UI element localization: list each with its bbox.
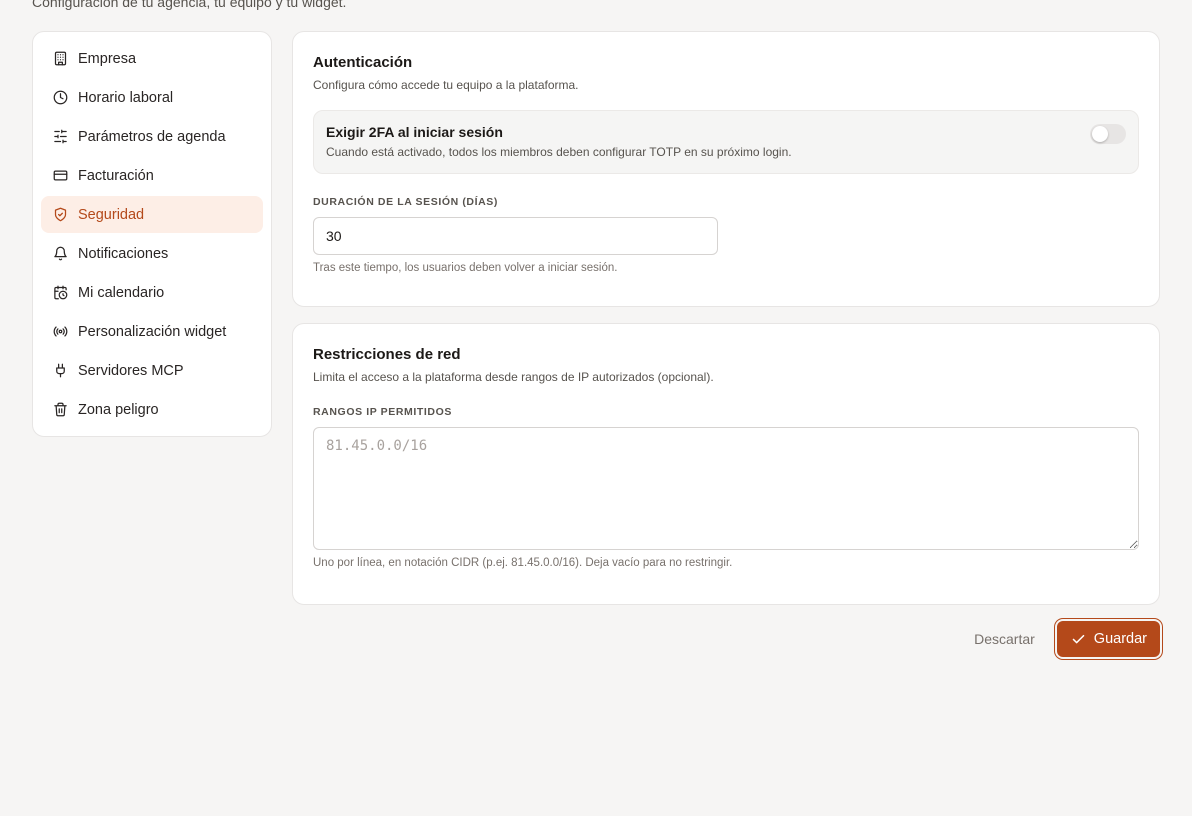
card-description: Configura cómo accede tu equipo a la pla… (313, 78, 579, 92)
sidebar-item-label: Seguridad (78, 206, 145, 223)
network-restrictions-card: Restricciones de red Limita el acceso a … (292, 323, 1160, 605)
discard-button[interactable]: Descartar (974, 631, 1035, 647)
save-button-label: Guardar (1093, 631, 1147, 647)
credit-card-icon (52, 168, 68, 184)
card-description: Limita el acceso a la plataforma desde r… (313, 370, 714, 384)
sidebar-item-facturacion[interactable]: Facturación (41, 157, 263, 194)
sidebar-item-label: Parámetros de agenda (78, 128, 226, 145)
save-button[interactable]: Guardar (1056, 621, 1160, 657)
sidebar-item-label: Personalización widget (78, 323, 227, 340)
ip-ranges-label: Rangos IP permitidos (313, 406, 452, 418)
form-actions: Descartar Guardar (974, 621, 1160, 657)
page-subtitle: Configuración de tu agencia, tu equipo y… (32, 0, 347, 10)
calendar-clock-icon (52, 285, 68, 301)
session-duration-input[interactable] (313, 217, 718, 255)
twofa-description: Cuando está activado, todos los miembros… (326, 145, 792, 159)
twofa-row: Exigir 2FA al iniciar sesión Cuando está… (313, 110, 1139, 174)
sidebar-item-label: Facturación (78, 167, 154, 184)
sidebar-item-label: Zona peligro (78, 401, 159, 418)
sidebar-item-parametros[interactable]: Parámetros de agenda (41, 118, 263, 155)
sliders-icon (52, 129, 68, 145)
check-icon (1071, 632, 1086, 647)
sidebar-item-label: Notificaciones (78, 245, 169, 262)
sidebar-item-zona-peligro[interactable]: Zona peligro (41, 391, 263, 428)
radio-icon (52, 324, 68, 340)
session-duration-hint: Tras este tiempo, los usuarios deben vol… (313, 262, 618, 274)
trash-icon (52, 402, 68, 418)
sidebar-item-label: Empresa (78, 50, 137, 67)
ip-ranges-textarea[interactable] (313, 427, 1139, 550)
ip-ranges-field: Rangos IP permitidos Uno por línea, en n… (313, 402, 1139, 569)
sidebar-item-notificaciones[interactable]: Notificaciones (41, 235, 263, 272)
sidebar-item-label: Horario laboral (78, 89, 174, 106)
session-duration-field: Duración de la sesión (días) Tras este t… (313, 192, 1139, 274)
clock-icon (52, 90, 68, 106)
sidebar-item-horario[interactable]: Horario laboral (41, 79, 263, 116)
shield-check-icon (52, 207, 68, 223)
toggle-knob (1092, 126, 1108, 142)
authentication-card: Autenticación Configura cómo accede tu e… (292, 31, 1160, 307)
sidebar-item-calendario[interactable]: Mi calendario (41, 274, 263, 311)
twofa-toggle[interactable] (1090, 124, 1126, 144)
plug-icon (52, 363, 68, 379)
ip-ranges-hint: Uno por línea, en notación CIDR (p.ej. 8… (313, 557, 733, 569)
twofa-title: Exigir 2FA al iniciar sesión (326, 124, 503, 140)
session-duration-label: Duración de la sesión (días) (313, 196, 498, 208)
sidebar-item-mcp[interactable]: Servidores MCP (41, 352, 263, 389)
building-icon (52, 51, 68, 67)
sidebar-item-seguridad[interactable]: Seguridad (41, 196, 263, 233)
card-title: Restricciones de red (313, 346, 461, 363)
card-title: Autenticación (313, 54, 413, 71)
sidebar-item-widget[interactable]: Personalización widget (41, 313, 263, 350)
settings-sidebar: Empresa Horario laboral Parámetros de ag… (32, 31, 272, 437)
sidebar-item-label: Mi calendario (78, 284, 165, 301)
sidebar-item-empresa[interactable]: Empresa (41, 40, 263, 77)
bell-icon (52, 246, 68, 262)
sidebar-item-label: Servidores MCP (78, 362, 184, 379)
